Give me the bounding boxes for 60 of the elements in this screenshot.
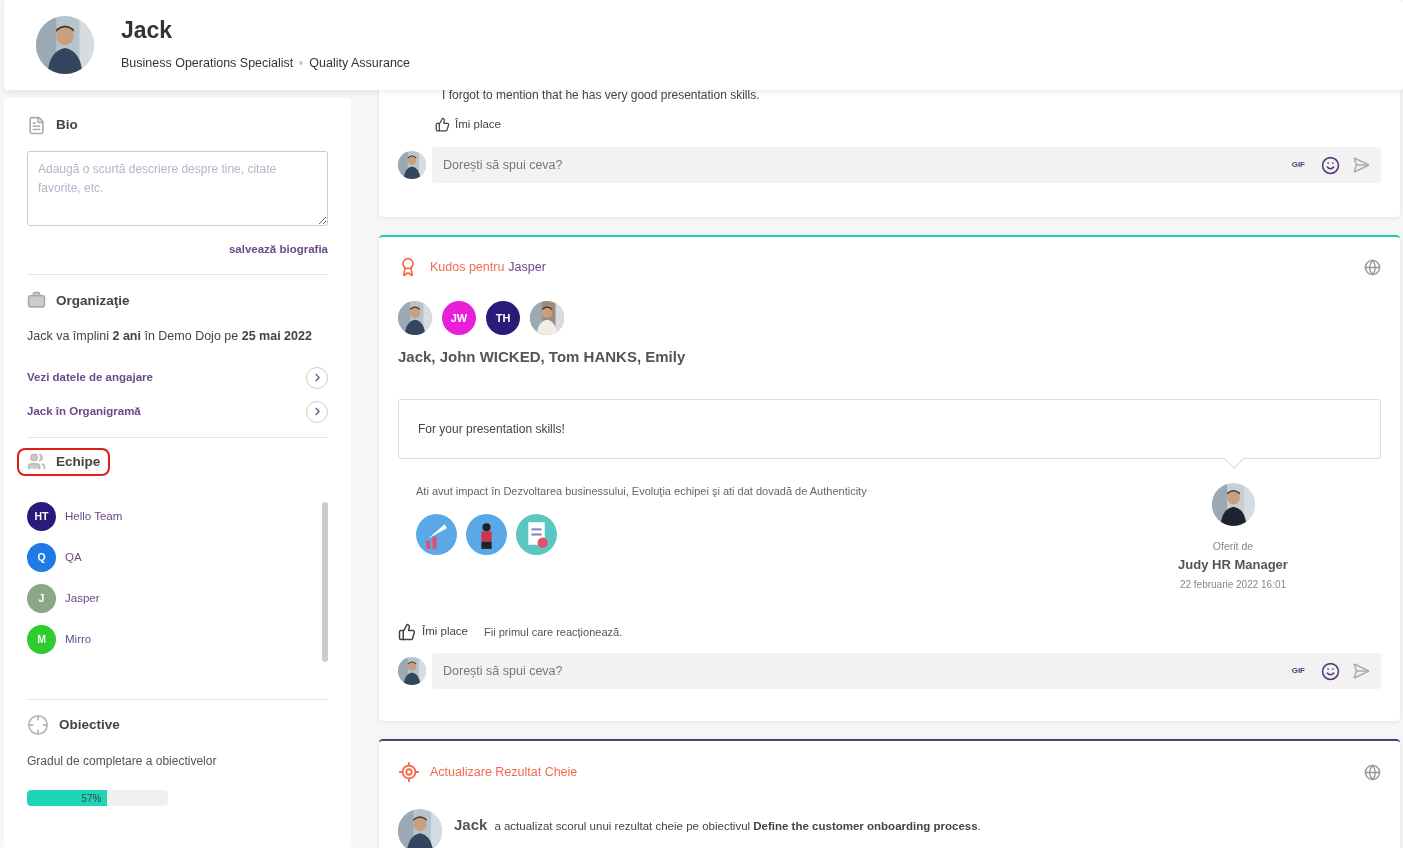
emoji-icon[interactable] (1321, 661, 1340, 681)
rocket-chart-icon (416, 514, 457, 556)
team-item[interactable]: M Mirro (27, 625, 322, 654)
emoji-icon[interactable] (1321, 155, 1340, 175)
organization-link[interactable]: Vezi datele de angajare (27, 366, 328, 389)
thumbs-up-icon (398, 623, 416, 641)
organization-link[interactable]: Jack în Organigramă (27, 400, 328, 423)
gif-button[interactable]: GIF (1291, 159, 1305, 172)
scrollbar[interactable] (322, 502, 328, 662)
team-avatar: M (27, 625, 56, 654)
globe-icon (1364, 258, 1381, 276)
team-avatar: J (27, 584, 56, 613)
people-icon (27, 452, 46, 472)
key-result-title: Actualizare Rezultat Cheie (430, 763, 578, 781)
given-by-label: Oferit de (1212, 538, 1254, 554)
recipient-names: Jack, John WICKED, Tom HANKS, Emily (398, 347, 687, 368)
thumbs-up-icon (435, 117, 450, 133)
save-bio-link[interactable]: salvează biografia (228, 241, 328, 259)
objectives-title: Obiective (27, 714, 120, 736)
team-item[interactable]: J Jasper (27, 584, 322, 613)
avatar-initials: TH (486, 301, 520, 336)
impact-text: Ati avut impact în Dezvoltarea businessului, Evoluţia echipei şi ati dat dovadă de Authenticity (416, 483, 868, 499)
department-name: Quality Assurance (309, 54, 411, 72)
team-item[interactable]: Q QA (27, 543, 322, 572)
team-item[interactable]: HT Hello Team (27, 502, 322, 531)
comment-field[interactable]: Dorești să spui ceva? GIF (432, 147, 1381, 184)
bio-title: Bio (27, 115, 78, 136)
author-name[interactable]: Jack (454, 814, 488, 837)
organization-title: Organizaţie (27, 290, 130, 311)
globe-icon (1364, 763, 1381, 781)
reaction-hint: Fii primul care reacționează. (484, 624, 623, 640)
team-link[interactable]: Jasper (508, 257, 546, 277)
comment-text: I forgot to mention that he has very good presentation skills. (442, 87, 761, 104)
anniversary-text: Jack va împlini 2 ani în Demo Dojo pe 25 mai 2022 (27, 327, 313, 345)
team-avatar: HT (27, 502, 56, 531)
avatar-initials: JW (442, 301, 476, 336)
document-icon (27, 115, 46, 135)
objectives-subtitle: Gradul de completare a obiectivelor (27, 753, 218, 770)
gif-button[interactable]: GIF (1291, 665, 1305, 677)
target-icon (398, 761, 420, 783)
comment-field[interactable]: Dorești să spui ceva? GIF (432, 653, 1381, 689)
like-button[interactable]: Îmi place (398, 623, 469, 641)
job-title: Business Operations Specialist (121, 54, 294, 72)
update-text: a actualizat scorul unui rezultat cheie pe obiectivul Define the customer onboarding process. (494, 819, 981, 834)
team-avatar: Q (27, 543, 56, 572)
briefcase-icon (27, 291, 46, 311)
bio-field[interactable]: Adaugă o scurtă descriere despre tine, citate favorite, etc. (27, 151, 328, 227)
teams-title: Echipe (17, 447, 111, 476)
progress-label: 57% (80, 791, 103, 806)
target-icon (27, 714, 49, 736)
certificate-icon (516, 514, 557, 556)
send-icon[interactable] (1352, 156, 1370, 175)
team-figure-icon (466, 514, 507, 556)
profile-name: Jack (121, 16, 174, 46)
kudos-title: Kudos pentru (430, 258, 505, 276)
kudos-date: 22 februarie 2022 16:01 (1179, 578, 1287, 592)
giver-name[interactable]: Judy HR Manager (1178, 554, 1288, 574)
message-text: For your presentation skills! (418, 420, 565, 438)
like-button[interactable]: Îmi place (435, 116, 502, 134)
send-icon[interactable] (1352, 662, 1370, 680)
